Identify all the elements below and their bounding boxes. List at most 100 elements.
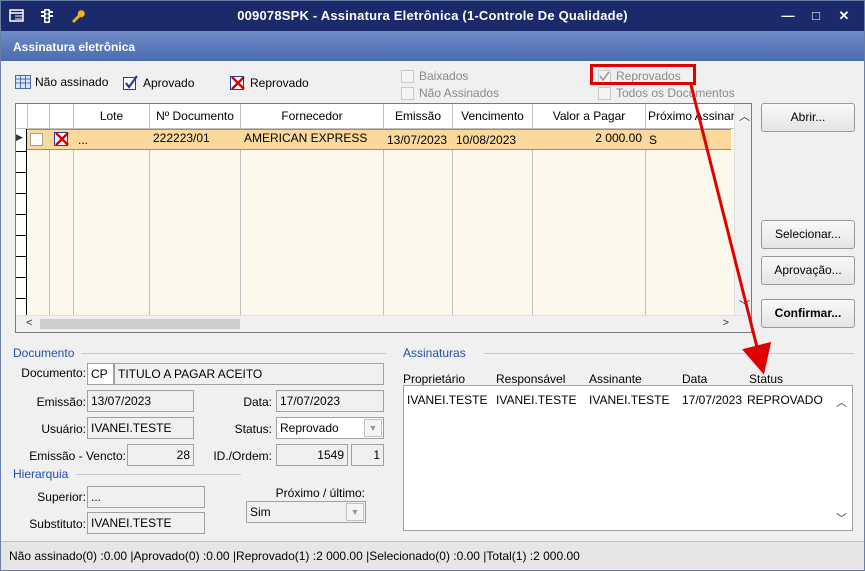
- legend-rejected: Reprovado: [230, 75, 309, 91]
- filter-baixados[interactable]: Baixados: [401, 69, 468, 83]
- confirmar-label: Confirmar...: [774, 306, 842, 320]
- legend-approved-label: Aprovado: [143, 76, 195, 90]
- grid-col-vencimento: [453, 129, 533, 315]
- confirmar-button[interactable]: Confirmar...: [761, 299, 855, 328]
- header-band: Assinatura eletrônica: [1, 31, 864, 61]
- scroll-thumb[interactable]: [40, 319, 240, 329]
- grid-col-status: [50, 129, 74, 315]
- filter-nao-assinados[interactable]: Não Assinados: [401, 86, 499, 100]
- divider: [81, 353, 386, 354]
- reject-icon: [54, 132, 69, 146]
- superior-label: Superior:: [37, 490, 86, 504]
- grid-header-vencimento[interactable]: Vencimento: [453, 104, 533, 129]
- emissao-vencto-field: 28: [127, 444, 194, 466]
- grid-col-emissao: [384, 129, 453, 315]
- emissao-field: 13/07/2023: [87, 390, 194, 412]
- nao-assinados-checkbox[interactable]: [401, 86, 414, 100]
- emissao-vencto-label: Emissão - Vencto:: [29, 449, 126, 463]
- status-select[interactable]: Reprovado ▼: [276, 417, 384, 439]
- scroll-up-icon[interactable]: ︿: [739, 108, 750, 124]
- grid-header-lote[interactable]: Lote: [74, 104, 150, 129]
- row-indicator-column: ▶: [16, 129, 27, 315]
- scroll-right-icon[interactable]: >: [723, 317, 729, 329]
- grid-col-lote: [74, 129, 150, 315]
- abrir-label: Abrir...: [790, 110, 826, 124]
- sig-col-assinante: Assinante: [589, 372, 642, 386]
- sig-row-responsavel: IVANEI.TESTE: [496, 393, 577, 407]
- emissao-label: Emissão:: [36, 395, 86, 409]
- hierarquia-section-title: Hierarquia: [13, 467, 69, 481]
- divider: [484, 353, 854, 354]
- usuario-label: Usuário:: [41, 422, 86, 436]
- current-row-icon: ▶: [16, 132, 23, 142]
- grid-horizontal-scrollbar[interactable]: < >: [16, 315, 751, 332]
- row-lote: ...: [78, 133, 89, 147]
- row-fornecedor: AMERICAN EXPRESS: [244, 131, 368, 145]
- aprovacao-button[interactable]: Aprovação...: [761, 256, 855, 285]
- grid-header-select: [28, 104, 50, 129]
- sig-col-proprietario: Proprietário: [403, 372, 466, 386]
- doc-desc-field: TITULO A PAGAR ACEITO: [114, 363, 384, 385]
- chevron-down-icon[interactable]: ▼: [364, 419, 382, 437]
- filter-todos[interactable]: Todos os Documentos: [598, 86, 735, 100]
- grid-vertical-scrollbar[interactable]: ︿ ﹀: [734, 104, 751, 315]
- grid-icon: [15, 75, 31, 89]
- baixados-checkbox[interactable]: [401, 69, 414, 83]
- documents-grid[interactable]: Lote Nº Documento Fornecedor Emissão Ven…: [15, 103, 752, 333]
- grid-header-fornecedor[interactable]: Fornecedor: [241, 104, 384, 129]
- id-ordem-label: ID./Ordem:: [213, 449, 272, 463]
- data-field: 17/07/2023: [276, 390, 384, 412]
- substituto-field: IVANEI.TESTE: [87, 512, 205, 534]
- legend-approved: Aprovado: [123, 75, 194, 91]
- proximo-value: Sim: [250, 505, 271, 519]
- sig-col-data: Data: [682, 372, 708, 386]
- status-value: Reprovado: [280, 421, 339, 435]
- sig-col-responsavel: Responsável: [496, 372, 566, 386]
- doc-code-field[interactable]: CP: [87, 363, 114, 385]
- scroll-down-icon[interactable]: ﹀: [836, 510, 847, 526]
- abrir-button[interactable]: Abrir...: [761, 103, 855, 132]
- window-title: 009078SPK - Assinatura Eletrônica (1-Con…: [237, 8, 628, 23]
- selecionar-button[interactable]: Selecionar...: [761, 220, 855, 249]
- grid-col-documento: [150, 129, 241, 315]
- page-title: Assinatura eletrônica: [13, 40, 136, 54]
- grid-header-valor[interactable]: Valor a Pagar: [533, 104, 646, 129]
- todos-checkbox[interactable]: [598, 86, 611, 100]
- row-emissao: 13/07/2023: [387, 133, 448, 147]
- sig-col-status: Status: [749, 372, 784, 386]
- proximo-select[interactable]: Sim ▼: [246, 501, 366, 523]
- aprovacao-label: Aprovação...: [774, 263, 842, 277]
- scroll-down-icon[interactable]: ﹀: [739, 297, 750, 313]
- superior-field: ...: [87, 486, 205, 508]
- grid-header-emissao[interactable]: Emissão: [384, 104, 453, 129]
- scroll-left-icon[interactable]: <: [26, 317, 32, 329]
- row-valor: 2 000.00: [595, 131, 642, 145]
- grid-header-proximo[interactable]: Próximo Assinar: [646, 104, 735, 129]
- grid-header-documento[interactable]: Nº Documento: [150, 104, 241, 129]
- grid-col-valor: [533, 129, 646, 315]
- grid-header-indicator: [16, 104, 28, 129]
- maximize-button[interactable]: □: [805, 6, 827, 26]
- todos-label: Todos os Documentos: [616, 86, 735, 100]
- table-row[interactable]: ... 222223/01 AMERICAN EXPRESS 13/07/202…: [16, 129, 731, 150]
- selecionar-label: Selecionar...: [774, 227, 842, 241]
- row-documento: 222223/01: [153, 131, 210, 145]
- app-window: 009078SPK - Assinatura Eletrônica (1-Con…: [0, 0, 865, 571]
- scroll-up-icon[interactable]: ︿: [836, 394, 847, 410]
- ordem-field: 1: [351, 444, 384, 466]
- minimize-button[interactable]: —: [777, 6, 799, 26]
- data-label: Data:: [243, 395, 272, 409]
- reject-icon: [230, 76, 245, 90]
- chevron-down-icon[interactable]: ▼: [346, 503, 364, 521]
- grid-col-proximo: [646, 129, 735, 315]
- documento-label: Documento:: [21, 366, 86, 380]
- legend-not-signed-label: Não assinado: [35, 75, 109, 89]
- row-select-checkbox[interactable]: [30, 133, 43, 146]
- usuario-field: IVANEI.TESTE: [87, 417, 194, 439]
- close-button[interactable]: ✕: [833, 6, 855, 26]
- sig-row-assinante: IVANEI.TESTE: [589, 393, 670, 407]
- substituto-label: Substituto:: [29, 517, 86, 531]
- status-bar: Não assinado(0) :0.00 |Aprovado(0) :0.00…: [1, 541, 864, 570]
- assinaturas-section-title: Assinaturas: [403, 346, 466, 360]
- grid-header-status: [50, 104, 74, 129]
